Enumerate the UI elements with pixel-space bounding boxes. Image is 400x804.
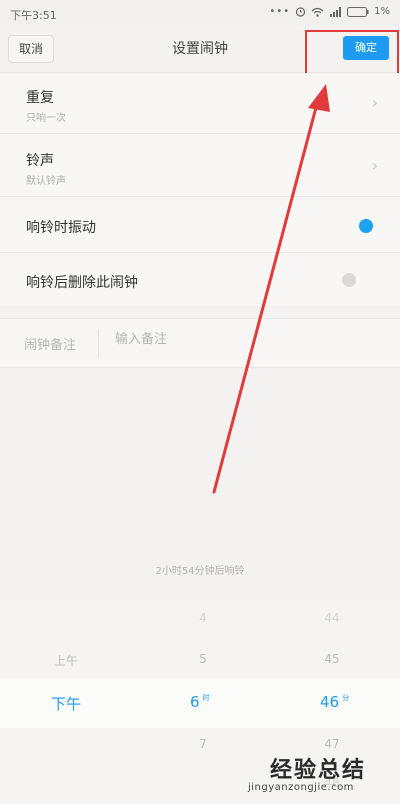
watermark-url: jingyanzongjie.com [248, 782, 354, 793]
annotation-arrow [212, 84, 330, 494]
watermark-brand: 经验总结 [270, 757, 367, 783]
